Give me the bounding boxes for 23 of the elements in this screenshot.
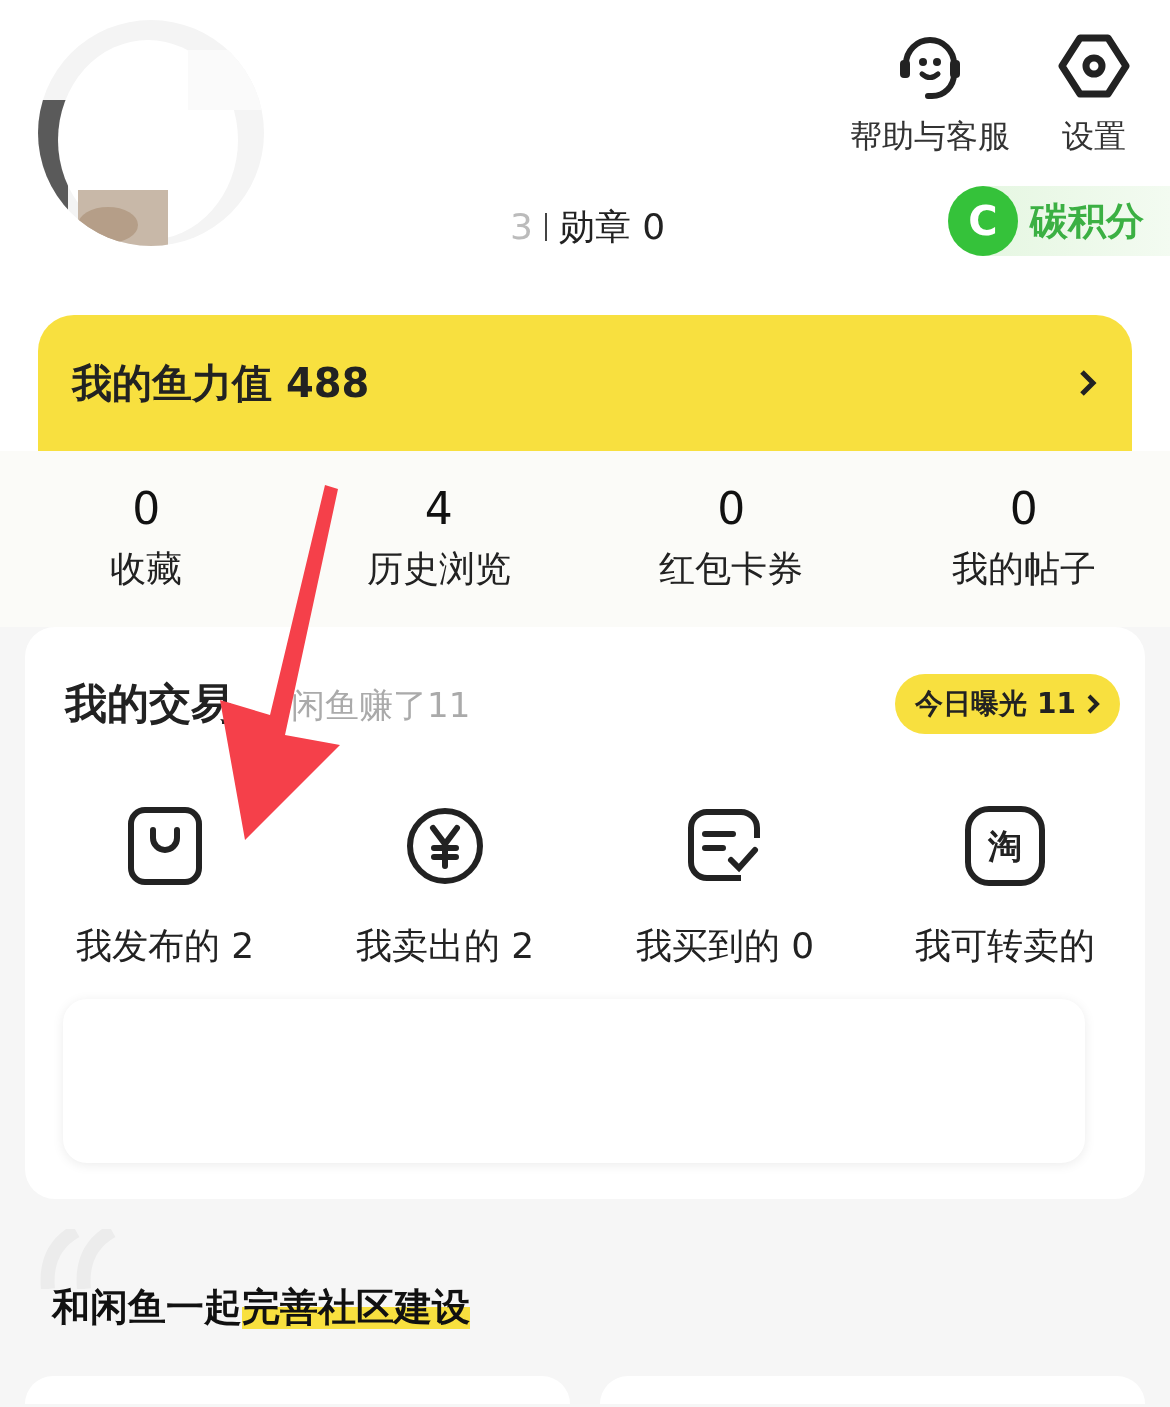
medal-count: 勋章 0 (558, 205, 666, 249)
settings-button[interactable]: 设置 (1058, 30, 1130, 160)
bag-icon (127, 806, 203, 886)
chevron-right-icon (1078, 368, 1098, 398)
taobao-icon: 淘 (965, 806, 1045, 886)
trade-item[interactable]: 我买到的 0 (585, 805, 865, 973)
carbon-icon: C (948, 186, 1018, 256)
trade-item[interactable]: 我卖出的 2 (305, 805, 585, 973)
support-button[interactable]: 帮助与客服 (850, 30, 1010, 160)
fish-power-banner[interactable]: 我的鱼力值 488 (38, 315, 1132, 451)
fish-power-label: 我的鱼力值 488 (72, 359, 370, 408)
counter-item[interactable]: 0 红包卡券 (585, 481, 878, 601)
yen-icon (405, 806, 485, 886)
exposure-button[interactable]: 今日曝光 11 (895, 673, 1120, 734)
counter-item[interactable]: 0 收藏 (0, 481, 293, 601)
counter-item[interactable]: 0 我的帖子 (877, 481, 1170, 601)
chevron-right-icon (1086, 692, 1100, 715)
carbon-points-label: 碳积分 (1030, 197, 1144, 245)
counter-item[interactable]: 4 历史浏览 (292, 481, 585, 601)
earnings-text: 闲鱼赚了11 (291, 684, 471, 727)
stat-count: 3 (510, 205, 533, 249)
trade-item[interactable]: 淘 我可转卖的 (865, 805, 1145, 973)
trade-item[interactable]: 我发布的 2 (25, 805, 305, 973)
